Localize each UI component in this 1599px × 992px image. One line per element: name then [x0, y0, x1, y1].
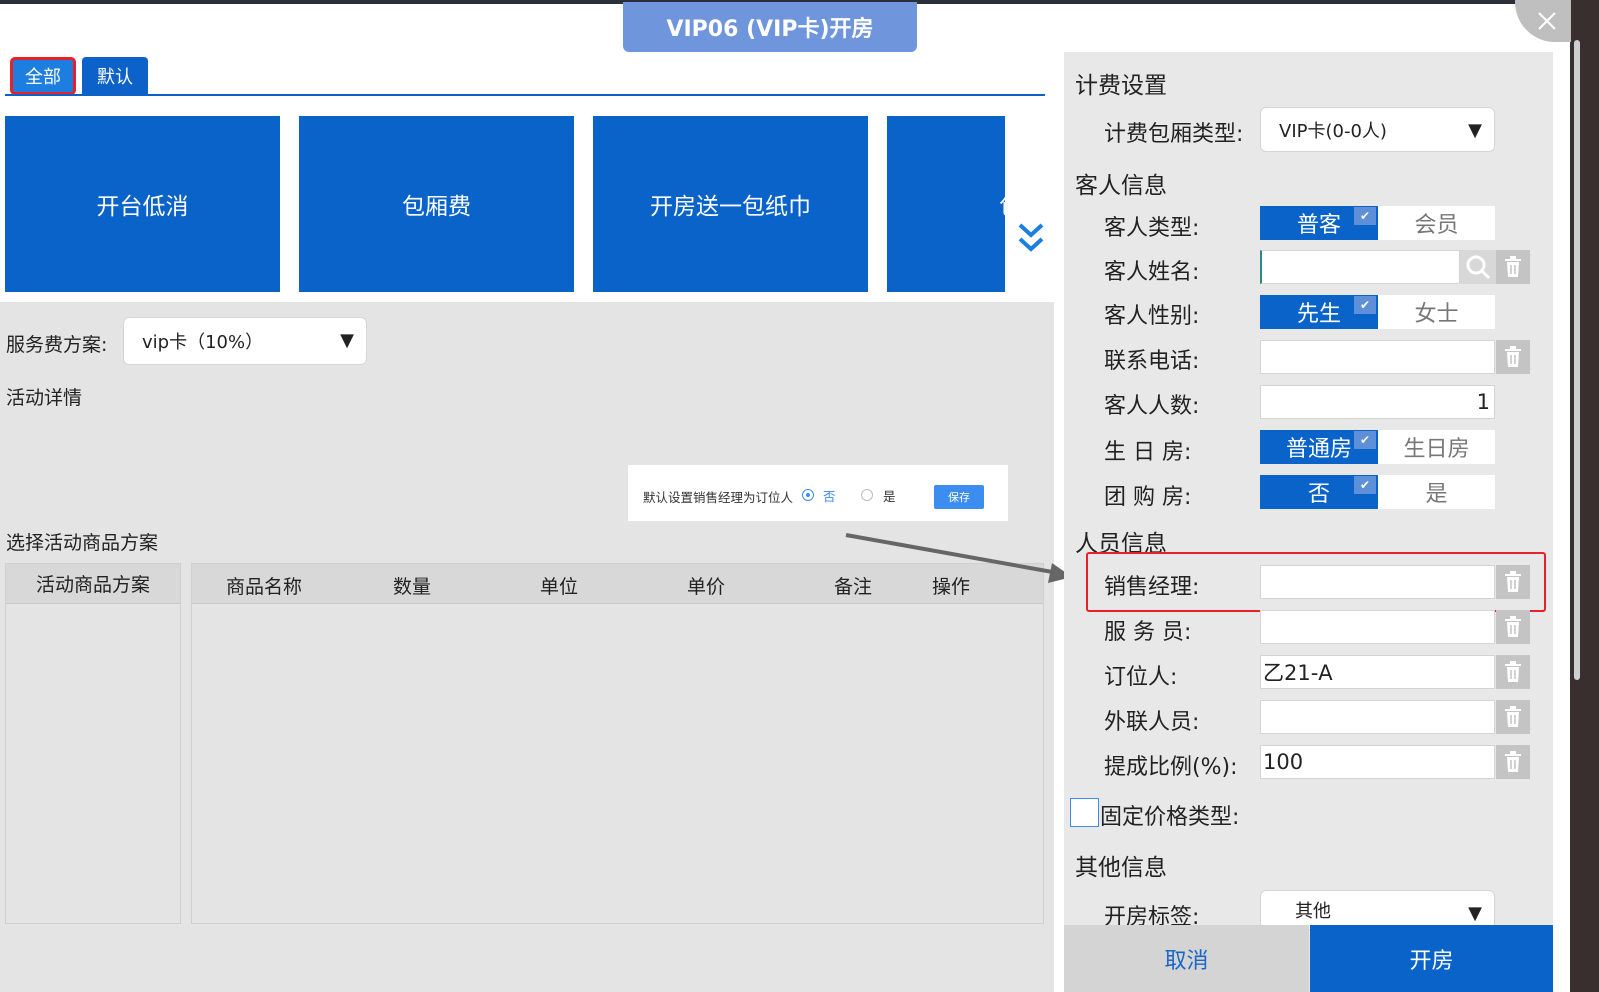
fixed-price-label: 固定价格类型: [1100, 805, 1240, 830]
guest-type-toggle: 普客 ✔ 会员 [1260, 206, 1495, 240]
gender-option[interactable]: 先生 ✔ [1260, 295, 1378, 329]
product-tile[interactable]: 包厢费 [299, 116, 574, 292]
check-icon: ✔ [1354, 431, 1376, 449]
birthday-room-option[interactable]: 生日房 [1378, 430, 1495, 464]
radio-no-label: 否 [823, 489, 836, 504]
trash-icon [1505, 256, 1521, 277]
fixed-price-checkbox[interactable] [1070, 798, 1099, 827]
clear-phone-button[interactable] [1496, 340, 1530, 374]
tab-all[interactable]: 全部 [10, 57, 76, 95]
column-header: 商品名称 [226, 576, 303, 598]
inset-save-button[interactable]: 保存 [934, 485, 984, 509]
column-header: 单价 [687, 576, 726, 598]
room-tag-value: 其他 [1295, 901, 1331, 922]
liaison-label: 外联人员: [1104, 710, 1200, 735]
group-buy-label: 团 购 房: [1104, 485, 1192, 510]
guest-type-label: 客人类型: [1104, 216, 1200, 241]
gender-toggle: 先生 ✔ 女士 [1260, 295, 1495, 329]
product-tile[interactable]: 包 [887, 116, 1005, 292]
guest-section-title: 客人信息 [1075, 173, 1167, 199]
clear-booker-button[interactable] [1496, 655, 1530, 689]
group-buy-toggle: 否 ✔ 是 [1260, 475, 1495, 509]
billing-type-label: 计费包厢类型: [1104, 122, 1244, 147]
plan-table: 活动商品方案 [5, 563, 181, 924]
tab-underline [5, 94, 1045, 96]
trash-icon [1505, 706, 1521, 727]
inset-text: 默认设置销售经理为订位人 [643, 490, 794, 505]
phone-label: 联系电话: [1104, 349, 1200, 374]
activity-detail-label: 活动详情 [6, 387, 83, 409]
settings-inset: 默认设置销售经理为订位人 否 是 保存 [628, 465, 1008, 521]
close-button[interactable] [1515, 0, 1571, 42]
background-edge [1570, 0, 1599, 992]
billing-type-select[interactable]: VIP卡(0-0人) ▼ [1260, 107, 1495, 152]
column-header: 单位 [540, 576, 579, 598]
billing-section-title: 计费设置 [1075, 73, 1167, 99]
open-room-button[interactable]: 开房 [1310, 925, 1553, 992]
birthday-room-label: 生 日 房: [1104, 440, 1192, 465]
goods-table: 商品名称 数量 单位 单价 备注 操作 [191, 563, 1044, 924]
radio-yes-label: 是 [883, 489, 896, 504]
clear-guest-name-button[interactable] [1496, 250, 1530, 284]
check-icon: ✔ [1354, 207, 1376, 225]
dropdown-arrow-icon: ▼ [1468, 120, 1482, 141]
search-icon [1466, 255, 1491, 280]
dropdown-arrow-icon: ▼ [340, 330, 354, 351]
product-tile[interactable]: 开台低消 [5, 116, 280, 292]
waiter-label: 服 务 员: [1104, 620, 1192, 645]
trash-icon [1505, 346, 1521, 367]
trash-icon [1505, 751, 1521, 772]
tab-default[interactable]: 默认 [82, 57, 148, 95]
double-chevron-down-icon[interactable] [1015, 220, 1047, 256]
pointer-arrow-icon [845, 533, 1072, 583]
guest-type-option[interactable]: 普客 ✔ [1260, 206, 1378, 240]
scrollbar[interactable] [1574, 40, 1580, 680]
commission-ratio-input[interactable]: 100 [1260, 745, 1495, 779]
service-fee-value: vip卡（10%） [142, 332, 264, 353]
sales-manager-highlight [1086, 552, 1546, 612]
other-section-title: 其他信息 [1075, 855, 1167, 881]
check-icon: ✔ [1354, 476, 1376, 494]
clear-commission-ratio-button[interactable] [1496, 745, 1530, 779]
radio-yes[interactable] [861, 489, 873, 501]
billing-type-value: VIP卡(0-0人) [1279, 120, 1387, 142]
search-button[interactable] [1460, 250, 1496, 284]
guest-count-input[interactable]: 1 [1260, 385, 1495, 419]
gender-option[interactable]: 女士 [1378, 295, 1495, 329]
group-buy-option[interactable]: 是 [1378, 475, 1495, 509]
plan-table-header: 活动商品方案 [6, 564, 180, 604]
commission-ratio-label: 提成比例(%): [1104, 755, 1238, 780]
trash-icon [1505, 616, 1521, 637]
clear-liaison-button[interactable] [1496, 700, 1530, 734]
close-icon [1538, 12, 1556, 30]
radio-no[interactable] [802, 489, 814, 501]
booker-label: 订位人: [1104, 665, 1178, 690]
birthday-room-toggle: 普通房 ✔ 生日房 [1260, 430, 1495, 464]
guest-name-label: 客人姓名: [1104, 260, 1200, 285]
cancel-button[interactable]: 取消 [1064, 925, 1309, 992]
guest-type-option[interactable]: 会员 [1378, 206, 1495, 240]
booker-input[interactable]: 乙21-A [1260, 655, 1495, 689]
dropdown-arrow-icon: ▼ [1468, 903, 1482, 924]
room-tag-select[interactable]: 其他 ▼ [1260, 890, 1495, 930]
product-tile[interactable]: 开房送一包纸巾 [593, 116, 868, 292]
dialog-title: VIP06 (VIP卡)开房 [623, 2, 917, 52]
group-buy-option[interactable]: 否 ✔ [1260, 475, 1378, 509]
liaison-input[interactable] [1260, 700, 1495, 734]
choose-plan-label: 选择活动商品方案 [6, 532, 159, 554]
birthday-room-option[interactable]: 普通房 ✔ [1260, 430, 1378, 464]
guest-gender-label: 客人性别: [1104, 304, 1200, 329]
phone-input[interactable] [1260, 340, 1495, 374]
guest-name-input[interactable] [1260, 250, 1460, 284]
trash-icon [1505, 661, 1521, 682]
guest-count-label: 客人人数: [1104, 394, 1200, 419]
check-icon: ✔ [1354, 296, 1376, 314]
column-header: 数量 [393, 576, 432, 598]
service-fee-select[interactable]: vip卡（10%） ▼ [123, 317, 367, 365]
waiter-input[interactable] [1260, 610, 1495, 644]
clear-waiter-button[interactable] [1496, 610, 1530, 644]
service-fee-label: 服务费方案: [6, 334, 108, 356]
